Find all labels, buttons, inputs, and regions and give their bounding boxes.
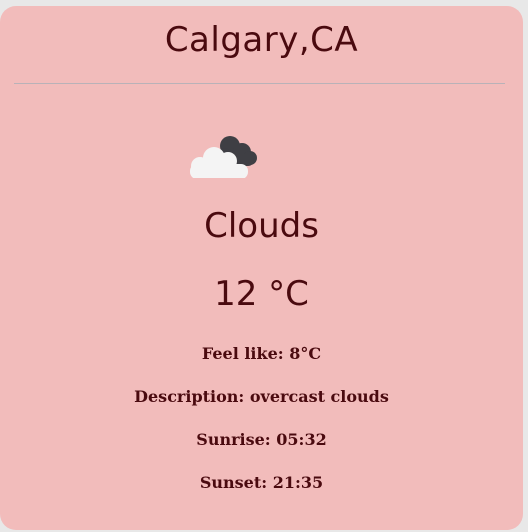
sunrise-time: Sunrise: 05:32 bbox=[196, 430, 327, 449]
weather-condition: Clouds bbox=[204, 206, 319, 246]
cloud-icon bbox=[186, 128, 262, 179]
weather-description: Description: overcast clouds bbox=[134, 387, 389, 406]
city-title: Calgary,CA bbox=[164, 20, 359, 60]
temperature: 12 °C bbox=[214, 274, 309, 314]
weather-card: Calgary,CA Clouds 12 °C Feel like: 8°C D… bbox=[0, 6, 523, 530]
feels-like: Feel like: 8°C bbox=[201, 344, 322, 363]
divider bbox=[14, 83, 505, 84]
sunset-time: Sunset: 21:35 bbox=[199, 473, 324, 492]
